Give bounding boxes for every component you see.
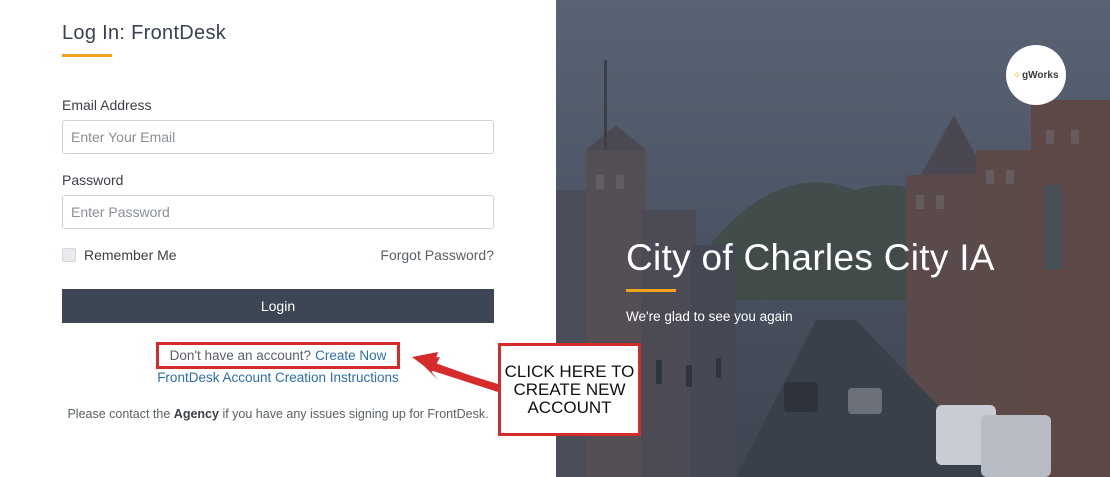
welcome-subtitle: We're glad to see you again: [626, 309, 793, 324]
contact-agency-text: Please contact the Agency if you have an…: [67, 407, 489, 421]
remember-me-checkbox[interactable]: [62, 248, 76, 262]
annotation-callout: CLICK HERE TO CREATE NEW ACCOUNT: [498, 343, 641, 436]
gworks-logo: ⁘ gWorks: [1006, 45, 1066, 105]
create-now-link[interactable]: Create Now: [315, 348, 386, 363]
no-account-text: Don't have an account?: [169, 348, 312, 363]
logo-dots-icon: ⁘: [1013, 69, 1022, 80]
create-account-highlight: Don't have an account? Create Now: [156, 342, 400, 369]
logo-text: gWorks: [1022, 69, 1059, 81]
city-title-underline: [626, 289, 676, 292]
email-label: Email Address: [62, 97, 152, 113]
city-title: City of Charles City IA: [626, 237, 995, 278]
page-title: Log In: FrontDesk: [62, 22, 227, 44]
password-field[interactable]: [62, 195, 494, 229]
login-panel: Log In: FrontDesk Email Address Password…: [0, 0, 556, 477]
password-label: Password: [62, 172, 124, 188]
title-underline: [62, 54, 112, 57]
forgot-password-link[interactable]: Forgot Password?: [380, 247, 494, 263]
remember-me[interactable]: Remember Me: [62, 247, 177, 263]
login-button[interactable]: Login: [62, 289, 494, 323]
email-field[interactable]: [62, 120, 494, 154]
agency-text: Agency: [173, 407, 219, 421]
remember-me-label: Remember Me: [84, 247, 177, 263]
account-instructions-link[interactable]: FrontDesk Account Creation Instructions: [62, 370, 494, 385]
